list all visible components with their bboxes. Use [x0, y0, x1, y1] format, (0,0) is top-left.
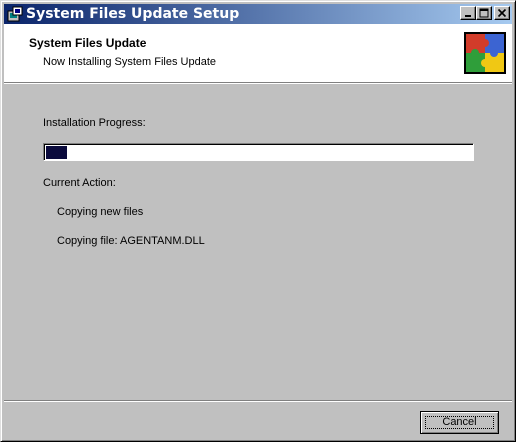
cancel-button-label: Cancel [442, 416, 477, 428]
current-action-step: Copying new files [57, 206, 144, 218]
title-bar[interactable]: System Files Update Setup [4, 4, 512, 24]
header-title: System Files Update [29, 36, 147, 50]
minimize-button[interactable] [460, 6, 476, 20]
maximize-icon [479, 8, 489, 18]
current-action-label: Current Action: [43, 177, 116, 189]
puzzle-logo-icon [464, 32, 506, 74]
window-title: System Files Update Setup [26, 6, 240, 22]
header-banner: System Files Update Now Installing Syste… [4, 24, 512, 82]
close-icon [497, 8, 507, 18]
close-button[interactable] [494, 6, 510, 20]
cancel-button[interactable]: Cancel [420, 411, 499, 434]
installation-progress-label: Installation Progress: [43, 117, 146, 129]
maximize-button[interactable] [476, 6, 492, 20]
installation-progress-bar [43, 143, 474, 161]
header-subtitle: Now Installing System Files Update [43, 56, 217, 68]
setup-window: System Files Update Setup System Files U… [0, 0, 516, 442]
progress-bar-fill [46, 146, 67, 159]
minimize-icon [465, 15, 471, 17]
footer-divider [4, 400, 512, 402]
setup-app-icon[interactable] [7, 6, 23, 22]
current-action-file: Copying file: AGENTANM.DLL [57, 235, 205, 247]
header-divider [4, 82, 512, 84]
